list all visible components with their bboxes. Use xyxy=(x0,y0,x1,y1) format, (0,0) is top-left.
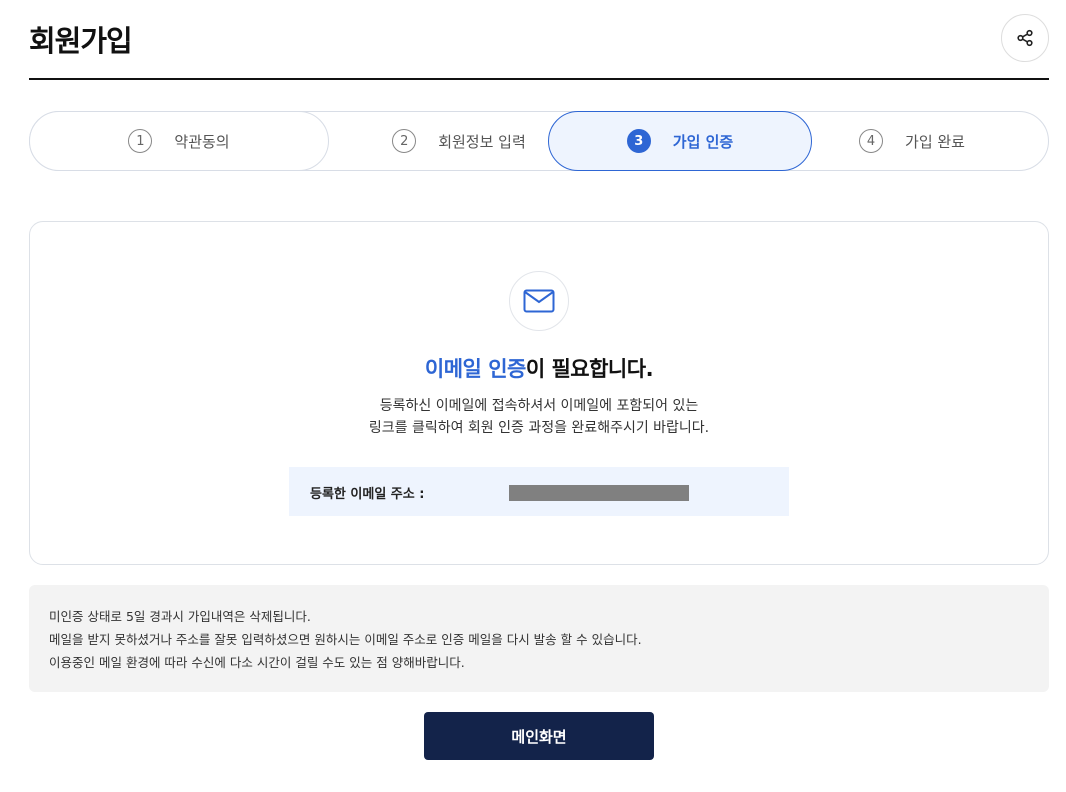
description-line: 등록하신 이메일에 접속하셔서 이메일에 포함되어 있는 xyxy=(379,398,699,414)
mail-icon-circle xyxy=(509,271,569,331)
page-title: 회원가입 xyxy=(29,24,133,58)
registered-email-box: 등록한 이메일 주소 : xyxy=(289,467,789,516)
step-number: 1 xyxy=(128,129,153,153)
notice-line: 미인증 상태로 5일 경과시 가입내역은 삭제됩니다. xyxy=(49,609,311,624)
registered-email-label: 등록한 이메일 주소 : xyxy=(310,487,425,502)
share-button[interactable] xyxy=(1001,14,1049,62)
verification-description: 등록하신 이메일에 접속하셔서 이메일에 포함되어 있는 링크를 클릭하여 회원… xyxy=(30,395,1048,439)
step-label: 가입 인증 xyxy=(672,132,734,151)
redacted-email xyxy=(509,485,689,501)
verification-title: 이메일 인증이 필요합니다. xyxy=(30,353,1048,383)
main-page-button[interactable]: 메인화면 xyxy=(424,712,654,760)
step-terms[interactable]: 1 약관동의 xyxy=(29,111,329,171)
mail-icon xyxy=(523,289,555,313)
step-label: 약관동의 xyxy=(174,132,230,151)
notice-line: 이용중인 메일 환경에 따라 수신에 다소 시간이 걸릴 수도 있는 점 양해바… xyxy=(49,655,465,670)
step-number: 2 xyxy=(392,129,417,153)
step-label: 회원정보 입력 xyxy=(438,132,526,151)
page-header: 회원가입 xyxy=(29,0,1049,80)
step-number: 4 xyxy=(859,129,884,153)
notice-line: 메일을 받지 못하셨거나 주소를 잘못 입력하셨으면 원하시는 이메일 주소로 … xyxy=(49,632,642,647)
description-line: 링크를 클릭하여 회원 인증 과정을 완료해주시기 바랍니다. xyxy=(368,420,710,436)
step-verification-active[interactable]: 3 가입 인증 xyxy=(548,111,812,171)
share-icon xyxy=(1017,29,1033,47)
step-complete[interactable]: 4 가입 완료 xyxy=(812,111,1012,171)
notice-box: 미인증 상태로 5일 경과시 가입내역은 삭제됩니다. 메일을 받지 못하셨거나… xyxy=(29,585,1049,692)
title-rest: 이 필요합니다. xyxy=(525,357,654,381)
signup-steps: 2 회원정보 입력 4 가입 완료 1 약관동의 3 가입 인증 xyxy=(29,111,1049,171)
step-label: 가입 완료 xyxy=(905,132,965,151)
step-number: 3 xyxy=(626,129,651,153)
title-highlight: 이메일 인증 xyxy=(424,357,526,381)
verification-card: 이메일 인증이 필요합니다. 등록하신 이메일에 접속하셔서 이메일에 포함되어… xyxy=(29,221,1049,565)
